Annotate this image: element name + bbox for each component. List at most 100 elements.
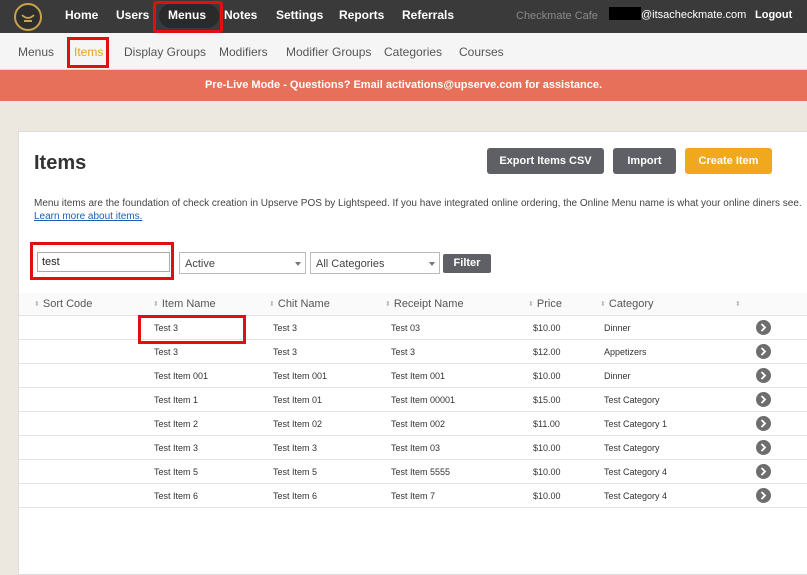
col-label: Category: [608, 298, 654, 310]
cell-receipt-name: Test 03: [391, 323, 421, 333]
sort-arrows-icon: ⬍: [153, 301, 159, 308]
nav-settings[interactable]: Settings: [276, 8, 323, 22]
col-receipt-name[interactable]: ⬍ Receipt Name: [385, 298, 464, 310]
cell-chit-name: Test Item 3: [273, 443, 318, 453]
cell-category: Dinner: [604, 371, 631, 381]
table-row[interactable]: Test Item 6 Test Item 6 Test Item 7 $10.00 T…: [19, 484, 807, 508]
status-selected-value: Active: [185, 258, 215, 270]
cell-price: $10.00: [533, 323, 561, 333]
nav-notes[interactable]: Notes: [224, 8, 257, 22]
upserve-logo-icon[interactable]: [14, 3, 42, 31]
highlight-first-row: [138, 315, 246, 344]
items-card: Items Export Items CSV Import Create Ite…: [18, 131, 807, 575]
description-text: Menu items are the foundation of check c…: [34, 198, 802, 209]
page-description: Menu items are the foundation of check c…: [34, 197, 804, 223]
caret-down-icon: [429, 262, 435, 266]
cell-receipt-name: Test Item 7: [391, 491, 436, 501]
cell-chit-name: Test Item 6: [273, 491, 318, 501]
account-email[interactable]: @itsacheckmate.com: [641, 9, 746, 21]
table-row[interactable]: Test Item 001 Test Item 001 Test Item 001 $…: [19, 364, 807, 388]
sort-arrows-icon: ⬍: [269, 301, 275, 308]
col-label: Price: [536, 298, 562, 310]
logout-link[interactable]: Logout: [755, 9, 792, 21]
top-nav: Home Users Menus Notes Settings Reports …: [0, 0, 807, 33]
cell-chit-name: Test 3: [273, 347, 298, 357]
cell-item-name: Test 3: [154, 347, 179, 357]
table-row[interactable]: Test Item 3 Test Item 3 Test Item 03 $10.00…: [19, 436, 807, 460]
cell-item-name: Test Item 6: [154, 491, 199, 501]
col-chit-name[interactable]: ⬍ Chit Name: [269, 298, 330, 310]
subnav-modifiers[interactable]: Modifiers: [219, 45, 268, 59]
subnav-categories[interactable]: Categories: [384, 45, 442, 59]
col-category[interactable]: ⬍ Category: [600, 298, 654, 310]
cell-receipt-name: Test Item 00001: [391, 395, 456, 405]
chevron-right-icon[interactable]: [756, 440, 771, 455]
nav-home[interactable]: Home: [65, 8, 98, 22]
table-row[interactable]: Test Item 2 Test Item 02 Test Item 002 $11.…: [19, 412, 807, 436]
banner-text: Pre-Live Mode - Questions? Email activat…: [204, 79, 603, 91]
subnav-display-groups[interactable]: Display Groups: [124, 45, 206, 59]
category-selected-value: All Categories: [316, 258, 385, 270]
export-items-csv-button[interactable]: Export Items CSV: [487, 148, 604, 174]
chevron-right-icon[interactable]: [756, 392, 771, 407]
sort-arrows-icon: ⬍: [528, 301, 534, 308]
col-label: Sort Code: [42, 298, 93, 310]
cell-category: Test Category: [604, 395, 660, 405]
cell-price: $15.00: [533, 395, 561, 405]
status-select[interactable]: Active: [179, 252, 306, 274]
table-header: ⬍ Sort Code ⬍ Item Name ⬍ Chit Name ⬍ Receip…: [19, 293, 807, 316]
table-row[interactable]: Test Item 5 Test Item 5 Test Item 5555 $10.…: [19, 460, 807, 484]
col-sort-code[interactable]: ⬍ Sort Code: [34, 298, 92, 310]
category-select[interactable]: All Categories: [310, 252, 440, 274]
cell-chit-name: Test Item 01: [273, 395, 323, 405]
cell-item-name: Test Item 001: [154, 371, 209, 381]
cell-chit-name: Test Item 02: [273, 419, 323, 429]
sort-arrows-icon: ⬍: [600, 301, 606, 308]
col-actions: ⬍: [735, 298, 744, 310]
chevron-right-icon[interactable]: [756, 368, 771, 383]
cell-receipt-name: Test Item 5555: [391, 467, 451, 477]
caret-down-icon: [295, 262, 301, 266]
chevron-right-icon[interactable]: [756, 416, 771, 431]
chevron-right-icon[interactable]: [756, 320, 771, 335]
nav-reports[interactable]: Reports: [339, 8, 384, 22]
sub-nav: Menus Items Display Groups Modifiers Mod…: [0, 33, 807, 70]
cell-category: Appetizers: [604, 347, 647, 357]
subnav-menus[interactable]: Menus: [18, 45, 54, 59]
cell-price: $10.00: [533, 371, 561, 381]
cell-receipt-name: Test Item 001: [391, 371, 446, 381]
learn-more-link[interactable]: Learn more about items.: [34, 211, 142, 222]
highlight-search: [30, 242, 174, 280]
pre-live-banner: Pre-Live Mode - Questions? Email activat…: [0, 70, 807, 101]
cell-category: Test Category 1: [604, 419, 668, 429]
cell-category: Test Category 4: [604, 467, 668, 477]
col-label: Item Name: [161, 298, 216, 310]
cell-category: Test Category: [604, 443, 660, 453]
cell-receipt-name: Test 3: [391, 347, 416, 357]
nav-referrals[interactable]: Referrals: [402, 8, 454, 22]
cell-receipt-name: Test Item 002: [391, 419, 446, 429]
cell-item-name: Test Item 3: [154, 443, 199, 453]
cell-chit-name: Test Item 5: [273, 467, 318, 477]
cell-price: $10.00: [533, 467, 561, 477]
cell-price: $11.00: [533, 419, 560, 429]
subnav-modifier-groups[interactable]: Modifier Groups: [286, 45, 371, 59]
col-item-name[interactable]: ⬍ Item Name: [153, 298, 216, 310]
nav-users[interactable]: Users: [116, 8, 149, 22]
table-row[interactable]: Test Item 1 Test Item 01 Test Item 00001 $1…: [19, 388, 807, 412]
subnav-courses[interactable]: Courses: [459, 45, 504, 59]
create-item-button[interactable]: Create Item: [685, 148, 772, 174]
cell-category: Test Category 4: [604, 491, 668, 501]
col-price[interactable]: ⬍ Price: [528, 298, 562, 310]
sort-arrows-icon: ⬍: [34, 301, 40, 308]
cell-chit-name: Test Item 001: [273, 371, 328, 381]
import-button[interactable]: Import: [613, 148, 676, 174]
chevron-right-icon[interactable]: [756, 464, 771, 479]
chevron-right-icon[interactable]: [756, 488, 771, 503]
chevron-right-icon[interactable]: [756, 344, 771, 359]
cell-price: $10.00: [533, 443, 561, 453]
account-name: Checkmate Cafe: [516, 10, 598, 22]
cell-item-name: Test Item 5: [154, 467, 199, 477]
highlight-menus: [153, 1, 223, 33]
filter-button[interactable]: Filter: [443, 254, 491, 273]
